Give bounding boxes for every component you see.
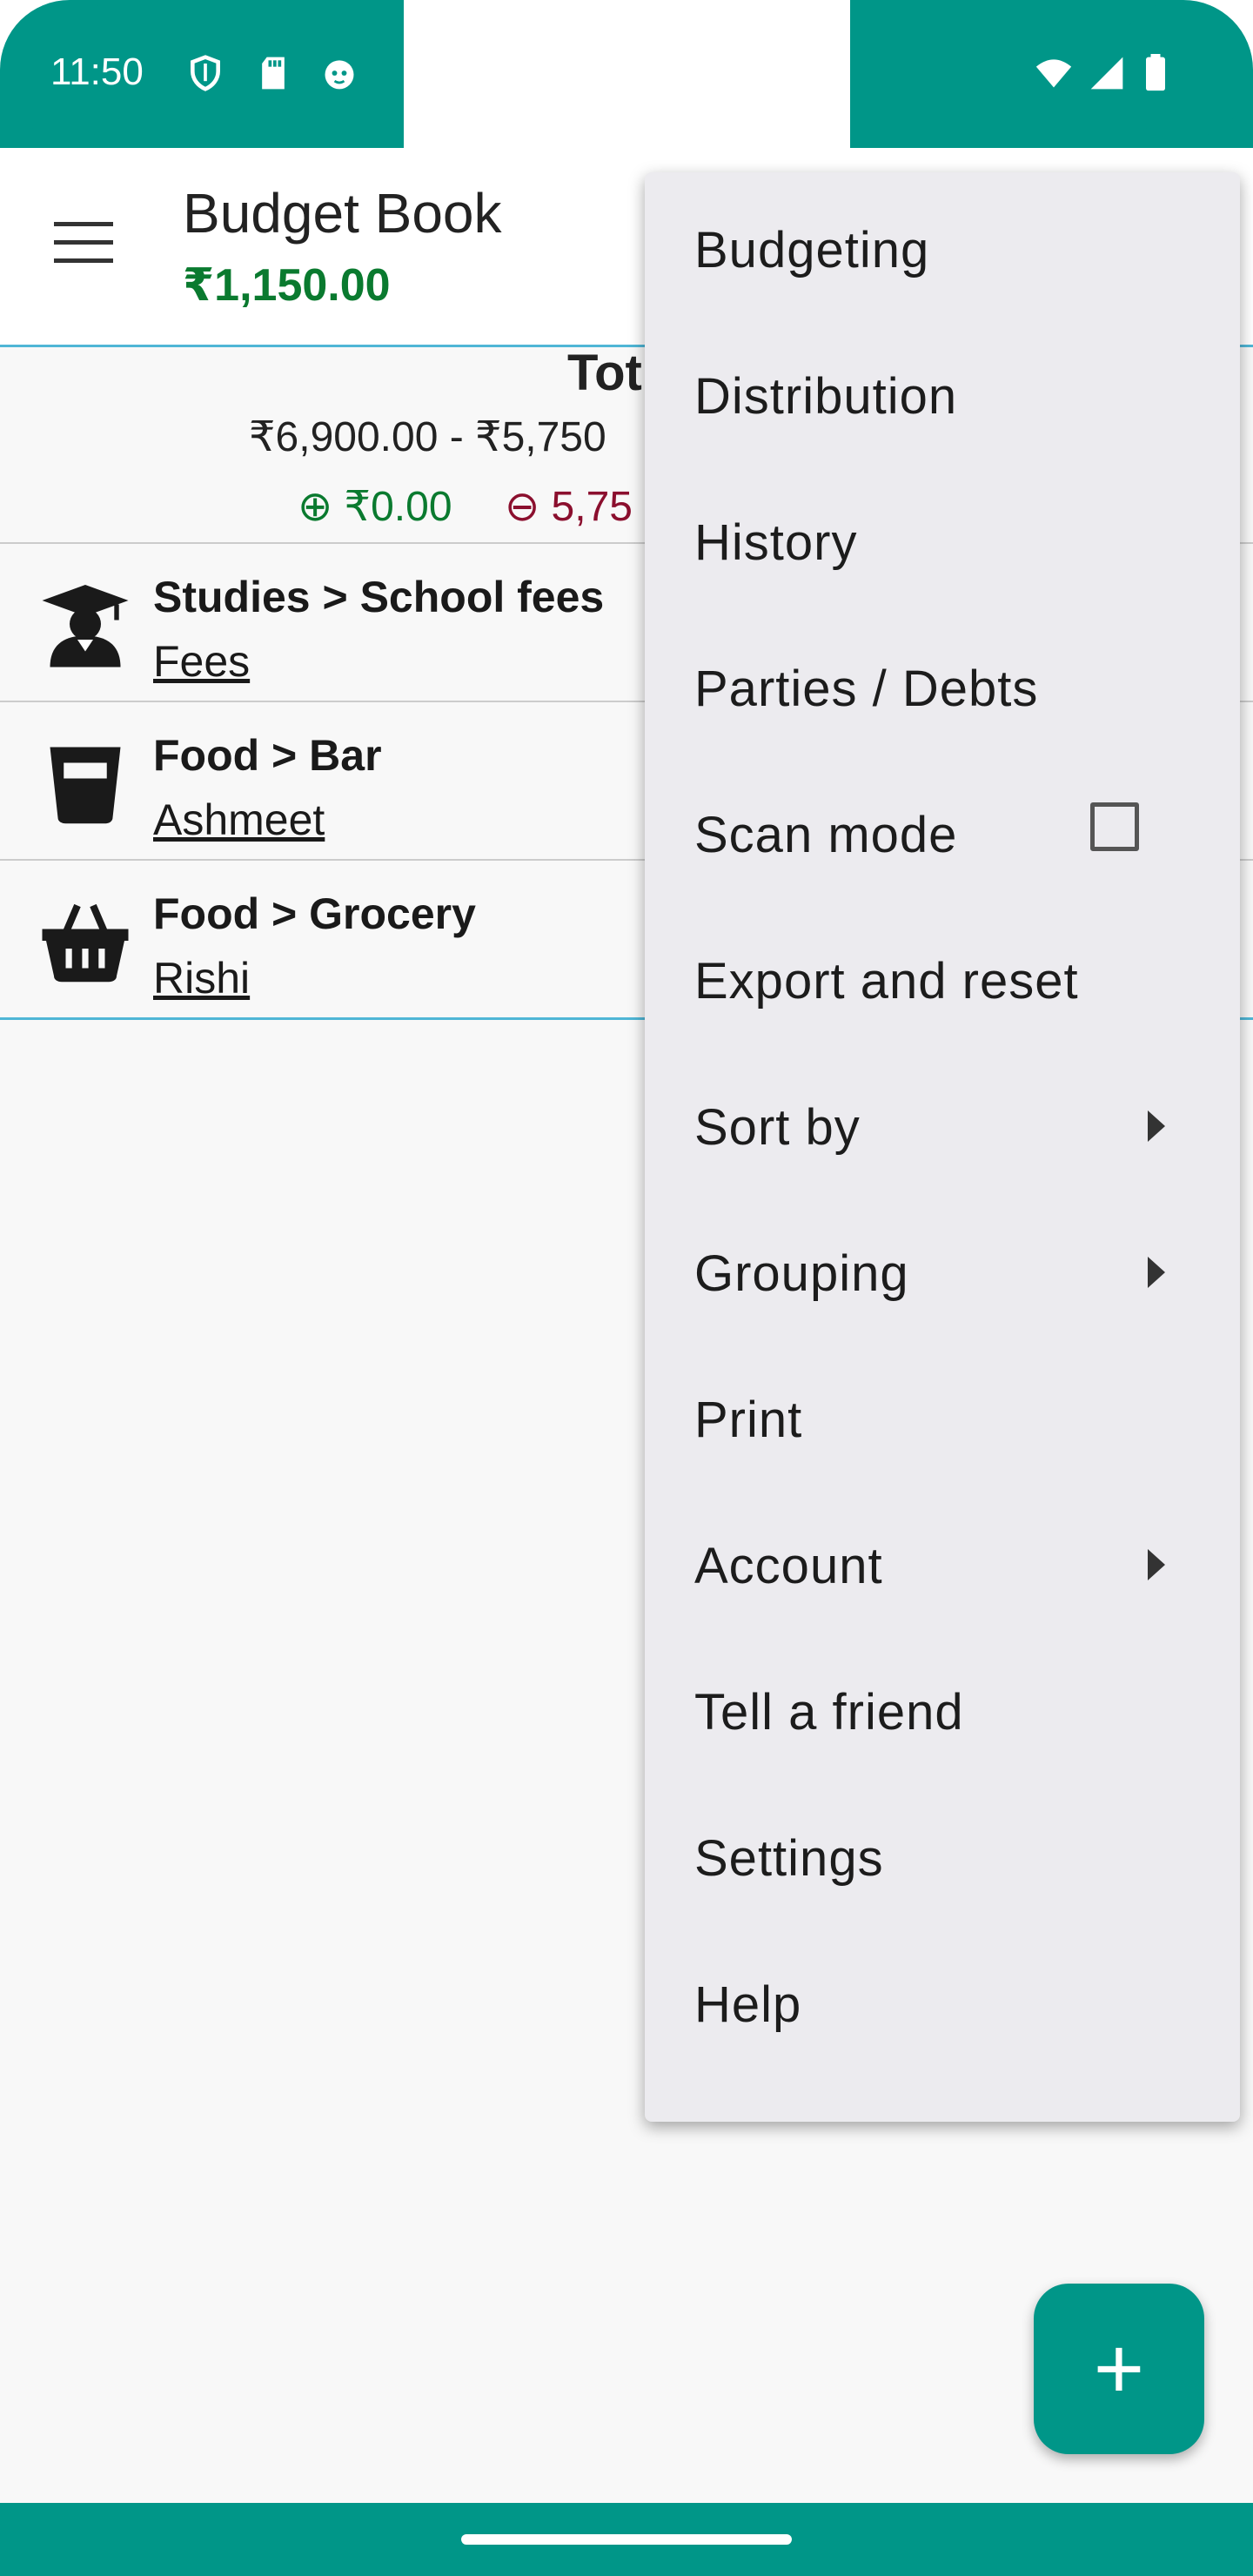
status-time: 11:50 bbox=[50, 50, 144, 93]
submenu-arrow-icon bbox=[1148, 1549, 1165, 1580]
glass-icon bbox=[50, 747, 121, 824]
add-transaction-button[interactable]: + bbox=[1034, 2284, 1204, 2454]
hamburger-menu-icon[interactable] bbox=[54, 222, 113, 267]
totals-title: Tot bbox=[567, 345, 642, 401]
menu-item-settings[interactable]: Settings bbox=[645, 1781, 1240, 1927]
basket-icon bbox=[42, 903, 129, 983]
menu-item-grouping[interactable]: Grouping bbox=[645, 1196, 1240, 1342]
transaction-party-link[interactable]: Rishi bbox=[153, 953, 250, 1003]
battery-icon bbox=[1146, 54, 1165, 91]
shield-icon bbox=[191, 55, 220, 91]
transaction-category: Food > Bar bbox=[153, 731, 382, 780]
camera-notch bbox=[404, 0, 850, 144]
totals-income: ⊕ ₹0.00 bbox=[298, 484, 452, 530]
submenu-arrow-icon bbox=[1148, 1257, 1165, 1288]
home-gesture-handle[interactable] bbox=[461, 2534, 792, 2545]
totals-expense: ⊖ 5,75 bbox=[505, 484, 633, 530]
submenu-arrow-icon bbox=[1148, 1110, 1165, 1142]
menu-item-export-reset[interactable]: Export and reset bbox=[645, 903, 1240, 1050]
scan-mode-checkbox[interactable] bbox=[1090, 802, 1139, 851]
menu-item-tell-a-friend[interactable]: Tell a friend bbox=[645, 1634, 1240, 1781]
transaction-party-link[interactable]: Fees bbox=[153, 636, 250, 687]
menu-item-history[interactable]: History bbox=[645, 465, 1240, 611]
transaction-category: Food > Grocery bbox=[153, 889, 476, 938]
wifi-icon bbox=[1035, 59, 1072, 88]
transaction-category: Studies > School fees bbox=[153, 573, 605, 621]
sd-card-icon bbox=[262, 57, 285, 90]
transaction-party-link[interactable]: Ashmeet bbox=[153, 795, 325, 845]
menu-item-help[interactable]: Help bbox=[645, 1927, 1240, 2073]
menu-item-distribution[interactable]: Distribution bbox=[645, 319, 1240, 465]
menu-item-print[interactable]: Print bbox=[645, 1342, 1240, 1488]
screen-corner bbox=[1114, 0, 1253, 139]
menu-item-scan-mode[interactable]: Scan mode bbox=[645, 757, 1240, 903]
menu-item-account[interactable]: Account bbox=[645, 1488, 1240, 1634]
balance-amount: ₹1,150.00 bbox=[183, 260, 391, 311]
overflow-menu: Budgeting Distribution History Parties /… bbox=[645, 172, 1240, 2122]
menu-item-parties-debts[interactable]: Parties / Debts bbox=[645, 611, 1240, 757]
signal-icon bbox=[1090, 57, 1123, 90]
menu-item-sort-by[interactable]: Sort by bbox=[645, 1050, 1240, 1196]
graduate-icon bbox=[42, 585, 129, 667]
totals-amounts: ₹6,900.00 - ₹5,750 bbox=[249, 414, 606, 460]
page-title: Budget Book bbox=[183, 182, 502, 245]
status-bar: 11:50 bbox=[0, 0, 1253, 148]
menu-item-budgeting[interactable]: Budgeting bbox=[645, 172, 1240, 319]
cat-face-icon bbox=[325, 60, 354, 90]
